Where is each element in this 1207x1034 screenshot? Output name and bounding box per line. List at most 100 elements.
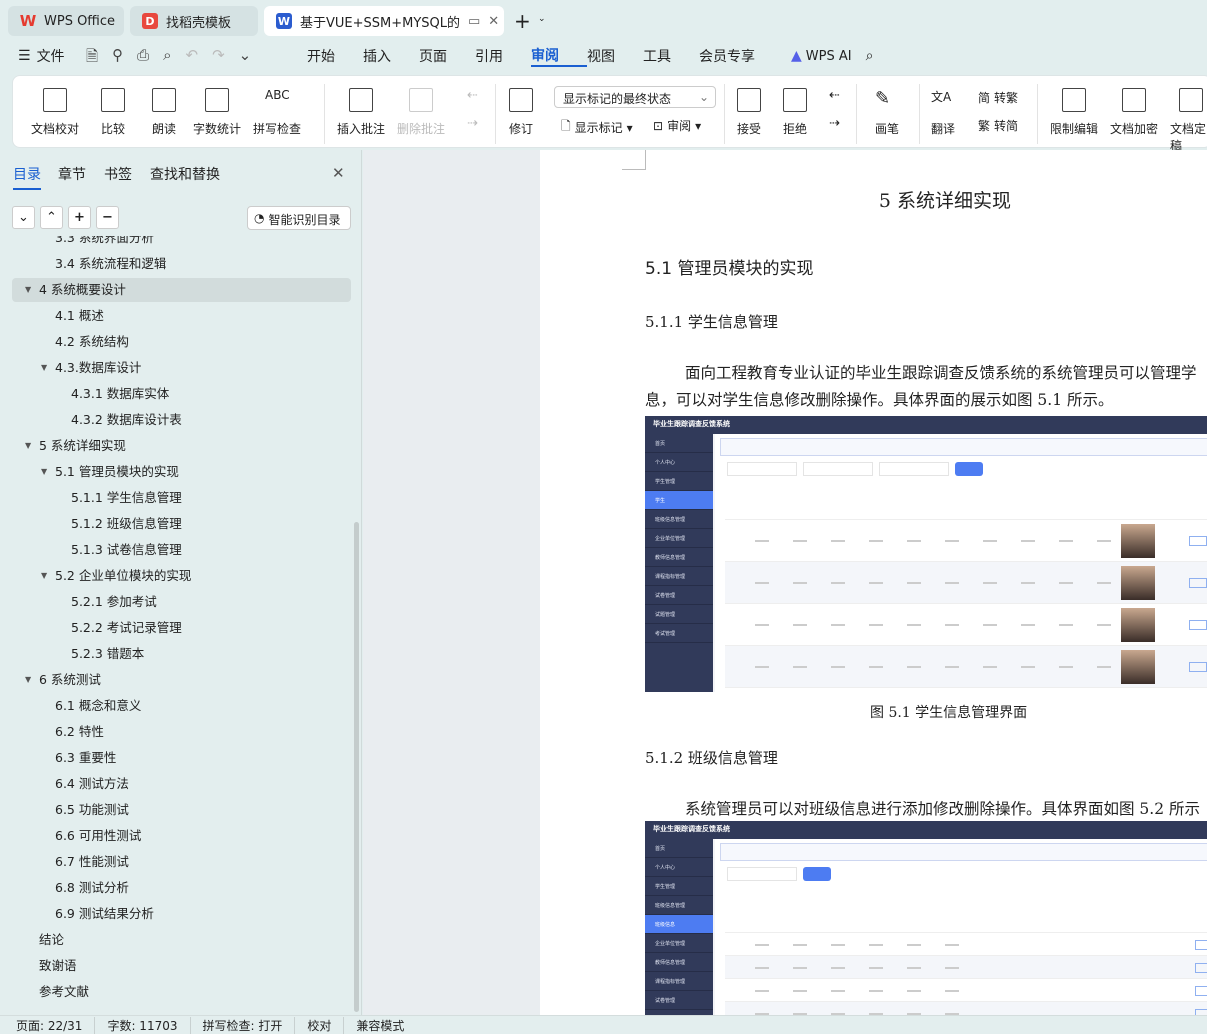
menu-page[interactable]: 页面 (419, 46, 475, 66)
toc-item[interactable]: 3.4 系统流程和逻辑 (55, 252, 166, 276)
print-preview-icon[interactable]: ⌕ (163, 46, 171, 71)
print-icon[interactable]: ⎙ (137, 46, 149, 71)
collapse-up-button[interactable]: ⌃ (40, 206, 63, 229)
proofread-status[interactable]: 校对 (295, 1016, 345, 1034)
toc-item[interactable]: 5.1.3 试卷信息管理 (71, 538, 182, 562)
proofread-button[interactable]: 文档校对 (31, 88, 79, 137)
toc-item[interactable]: 6.3 重要性 (55, 746, 116, 770)
expand-toggle-icon[interactable]: ▼ (41, 571, 47, 580)
file-menu[interactable]: ☰ 文件 (18, 44, 65, 68)
toc-item[interactable]: 5 系统详细实现 (39, 434, 126, 458)
toc-item[interactable]: 6.1 概念和意义 (55, 694, 141, 718)
nav-tab-bookmark[interactable]: 书签 (104, 164, 132, 184)
accept-button[interactable]: 接受 (737, 88, 761, 137)
toc-item[interactable]: 致谢语 (39, 954, 77, 978)
toc-item[interactable]: 参考文献 (39, 980, 89, 1004)
toc-item[interactable]: 6.7 性能测试 (55, 850, 129, 874)
menu-home[interactable]: 开始 (307, 46, 363, 66)
next-change-icon[interactable]: ⇢ (829, 116, 840, 131)
menu-view[interactable]: 视图 (587, 46, 643, 66)
toc-item[interactable]: 4 系统概要设计 (39, 278, 126, 302)
spell-check-status[interactable]: 拼写检查: 打开 (191, 1016, 296, 1034)
menu-member[interactable]: 会员专享 (699, 46, 779, 66)
toc-item[interactable]: 4.3.2 数据库设计表 (71, 408, 182, 432)
reject-button[interactable]: 拒绝 (783, 88, 807, 137)
panel-scrollbar[interactable] (354, 522, 359, 1012)
insert-comment-button[interactable]: 插入批注 (337, 88, 385, 137)
search-icon[interactable]: ⌕ (866, 48, 874, 64)
redo-icon[interactable]: ↷ (212, 46, 225, 71)
expand-toggle-icon[interactable]: ▼ (25, 675, 31, 684)
to-traditional-button[interactable]: 简转繁 (978, 89, 1018, 106)
toc-item[interactable]: 6.4 测试方法 (55, 772, 129, 796)
toc-item[interactable]: 6.9 测试结果分析 (55, 902, 154, 926)
undo-icon[interactable]: ↶ (185, 46, 198, 71)
page-indicator[interactable]: 页面: 22/31 (0, 1016, 96, 1034)
expand-toggle-icon[interactable]: ▼ (25, 285, 31, 294)
tab-docer[interactable]: D 找稻壳模板 (130, 6, 258, 36)
nav-tab-find-replace[interactable]: 查找和替换 (150, 164, 220, 184)
encrypt-button[interactable]: 文档加密 (1110, 88, 1158, 137)
more-icon[interactable]: ⌄ (239, 46, 252, 71)
translate-button[interactable]: 文A 翻译 (931, 88, 955, 137)
finalize-button[interactable]: 文档定稿 (1170, 88, 1207, 154)
toc-item[interactable]: 5.1.1 学生信息管理 (71, 486, 182, 510)
track-changes-button[interactable]: 修订 (509, 88, 533, 137)
review-pane-button[interactable]: ⊡ 审阅 ▾ (653, 117, 701, 134)
toc-item[interactable]: 5.1 管理员模块的实现 (55, 460, 179, 484)
word-count-button[interactable]: 字数统计 (193, 88, 241, 137)
toc-item[interactable]: 4.2 系统结构 (55, 330, 129, 354)
smart-toc-button[interactable]: ◔ 智能识别目录 (247, 206, 351, 230)
toc-item[interactable]: 6.8 测试分析 (55, 876, 129, 900)
menu-reference[interactable]: 引用 (475, 46, 531, 66)
toc-item[interactable]: 5.2.1 参加考试 (71, 590, 157, 614)
toc-item[interactable]: 6.6 可用性测试 (55, 824, 141, 848)
save-icon[interactable]: 🗎 (86, 46, 98, 71)
pen-button[interactable]: ✎ 画笔 (875, 88, 899, 137)
restrict-edit-button[interactable]: 限制编辑 (1050, 88, 1098, 137)
share-icon[interactable]: ⚲ (112, 46, 123, 71)
menu-review[interactable]: 审阅 (531, 45, 587, 67)
tab-wps-office[interactable]: W WPS Office (8, 6, 124, 36)
toc-item[interactable]: 6.2 特性 (55, 720, 104, 744)
expand-down-button[interactable]: ⌄ (12, 206, 35, 229)
toc-item[interactable]: 4.3.数据库设计 (55, 356, 141, 380)
spell-check-button[interactable]: ABC 拼写检查 (253, 88, 301, 137)
nav-tab-toc[interactable]: 目录 (13, 164, 41, 190)
compare-button[interactable]: 比较 (101, 88, 125, 137)
toc-item[interactable]: 5.2.3 错题本 (71, 642, 144, 666)
new-tab-button[interactable]: + (514, 9, 531, 33)
expand-toggle-icon[interactable]: ▼ (41, 363, 47, 372)
close-panel-icon[interactable]: ✕ (332, 164, 345, 182)
expand-toggle-icon[interactable]: ▼ (25, 441, 31, 450)
prev-comment-icon[interactable]: ⇠ (467, 88, 478, 103)
toc-item[interactable]: 5.2.2 考试记录管理 (71, 616, 182, 640)
toc-item[interactable]: 6.5 功能测试 (55, 798, 129, 822)
wps-ai-button[interactable]: WPS AI (806, 49, 852, 64)
to-simplified-button[interactable]: 繁转简 (978, 117, 1018, 134)
show-markup-button[interactable]: 🗋 显示标记 ▾ (561, 117, 633, 138)
read-aloud-button[interactable]: 朗读 (152, 88, 176, 137)
word-count[interactable]: 字数: 11703 (95, 1016, 191, 1034)
monitor-icon[interactable]: ▭ (468, 14, 480, 29)
add-heading-button[interactable]: + (68, 206, 91, 229)
prev-change-icon[interactable]: ⇠ (829, 88, 840, 103)
remove-heading-button[interactable]: − (96, 206, 119, 229)
menu-tools[interactable]: 工具 (643, 46, 699, 66)
toc-item[interactable]: 5.2 企业单位模块的实现 (55, 564, 191, 588)
expand-toggle-icon[interactable]: ▼ (41, 467, 47, 476)
toc-item[interactable]: 5.1.2 班级信息管理 (71, 512, 182, 536)
delete-comment-button[interactable]: 删除批注 (397, 88, 445, 137)
nav-tab-chapter[interactable]: 章节 (58, 164, 86, 184)
chevron-down-icon[interactable]: ⌄ (538, 14, 546, 24)
markup-state-select[interactable]: 显示标记的最终状态 ⌄ (554, 86, 716, 108)
close-tab-icon[interactable]: ✕ (488, 14, 499, 29)
toc-item[interactable]: 4.1 概述 (55, 304, 104, 328)
toc-item[interactable]: 4.3.1 数据库实体 (71, 382, 169, 406)
tab-document[interactable]: W 基于VUE+SSM+MYSQL的高 ▭ ✕ (264, 6, 504, 36)
menu-insert[interactable]: 插入 (363, 46, 419, 66)
toc-item[interactable]: 3.3 系统界面分析 (55, 236, 154, 250)
toc-item[interactable]: 6 系统测试 (39, 668, 101, 692)
toc-item[interactable]: 结论 (39, 928, 64, 952)
next-comment-icon[interactable]: ⇢ (467, 116, 478, 131)
